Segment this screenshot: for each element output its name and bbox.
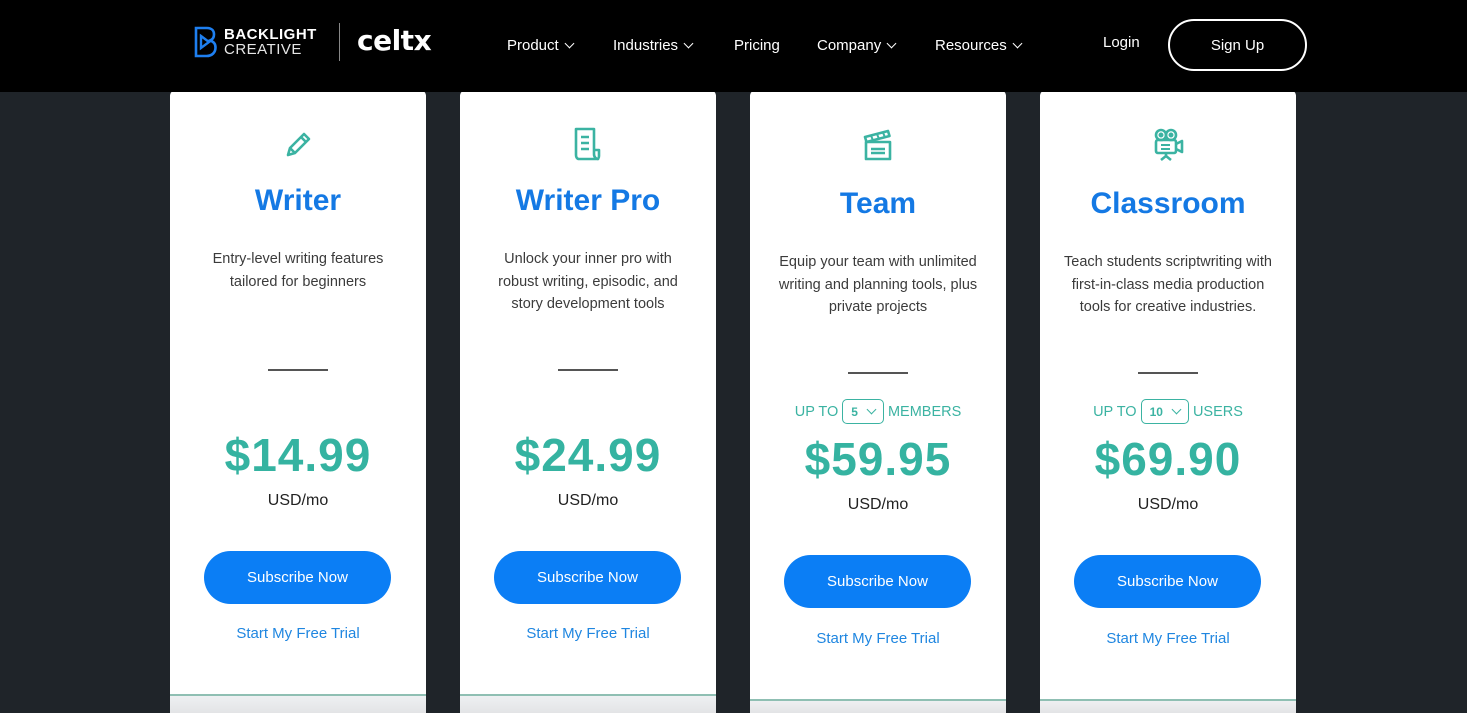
chevron-down-icon: [886, 38, 897, 48]
plan-card-writer-pro: Writer Pro Unlock your inner pro with ro…: [460, 90, 716, 713]
backlight-logo-icon: [194, 26, 217, 58]
nav-label: Industries: [613, 36, 679, 54]
plan-title: Team: [839, 187, 917, 220]
user-quantity: UP TO 10 USERS: [1040, 399, 1296, 424]
film-camera-icon: [1040, 126, 1296, 162]
nav-resources[interactable]: Resources: [935, 34, 1023, 56]
logo-divider: [339, 23, 340, 61]
chevron-down-icon: [1012, 38, 1023, 48]
plan-description: Entry-level writing features tailored fo…: [212, 251, 384, 290]
nav-product[interactable]: Product: [507, 34, 575, 56]
plan-price: $59.95: [804, 433, 952, 485]
script-document-icon: [460, 126, 716, 162]
qty-suffix: USERS: [1192, 403, 1243, 420]
nav-label: Product: [507, 36, 559, 54]
plan-description: Unlock your inner pro with robust writin…: [498, 251, 678, 312]
pencil-icon: [170, 128, 426, 164]
subscribe-button[interactable]: Subscribe Now: [204, 551, 391, 604]
user-count-value: 10: [1149, 404, 1163, 419]
plan-card-team: Team Equip your team with unlimited writ…: [750, 90, 1006, 713]
user-count-select[interactable]: 10: [1140, 399, 1189, 424]
site-header: BACKLIGHT CREATIVE celtx Product Industr…: [0, 0, 1467, 92]
plan-title: Writer: [254, 184, 342, 217]
divider: [1138, 372, 1198, 374]
backlight-logo[interactable]: BACKLIGHT CREATIVE: [193, 24, 317, 60]
free-trial-link[interactable]: Start My Free Trial: [170, 625, 426, 642]
logo-line-2: CREATIVE: [224, 41, 302, 58]
plan-period: USD/mo: [1137, 496, 1199, 513]
chevron-down-icon: [866, 404, 877, 415]
nav-industries[interactable]: Industries: [613, 34, 694, 56]
member-quantity: UP TO 5 MEMBERS: [750, 399, 1006, 424]
plan-card-writer: Writer Entry-level writing features tail…: [170, 90, 426, 713]
free-trial-link[interactable]: Start My Free Trial: [750, 630, 1006, 647]
chevron-down-icon: [683, 38, 694, 48]
plan-card-classroom: Classroom Teach students scriptwriting w…: [1040, 90, 1296, 713]
qty-prefix: UP TO: [1093, 403, 1137, 420]
member-count-select[interactable]: 5: [842, 399, 884, 424]
card-footer: [170, 696, 426, 713]
free-trial-link[interactable]: Start My Free Trial: [460, 625, 716, 642]
nav-pricing[interactable]: Pricing: [734, 34, 780, 56]
plan-description: Teach students scriptwriting with first-…: [1064, 254, 1272, 315]
plan-period: USD/mo: [557, 492, 619, 509]
plan-period: USD/mo: [847, 496, 909, 513]
qty-prefix: UP TO: [794, 403, 839, 420]
member-count-value: 5: [851, 404, 858, 419]
clapperboard-icon: [750, 128, 1006, 164]
plan-period: USD/mo: [267, 492, 329, 509]
subscribe-button[interactable]: Subscribe Now: [784, 555, 971, 608]
logo-line-1: BACKLIGHT: [224, 26, 317, 43]
subscribe-button[interactable]: Subscribe Now: [1074, 555, 1261, 608]
card-footer: [1040, 701, 1296, 713]
plan-description: Equip your team with unlimited writing a…: [778, 254, 978, 315]
plan-price: $24.99: [514, 429, 662, 481]
qty-suffix: MEMBERS: [887, 403, 962, 420]
celtx-logo[interactable]: celtx: [357, 24, 432, 57]
divider: [558, 369, 618, 371]
divider: [268, 369, 328, 371]
free-trial-link[interactable]: Start My Free Trial: [1040, 630, 1296, 647]
card-footer: [750, 701, 1006, 713]
card-footer: [460, 696, 716, 713]
subscribe-button[interactable]: Subscribe Now: [494, 551, 681, 604]
chevron-down-icon: [1171, 404, 1182, 415]
plan-price: $14.99: [224, 429, 372, 481]
nav-label: Resources: [935, 36, 1007, 54]
divider: [848, 372, 908, 374]
sign-up-button[interactable]: Sign Up: [1168, 19, 1307, 71]
plan-title: Classroom: [1090, 187, 1246, 220]
plan-title: Writer Pro: [515, 184, 661, 217]
nav-company[interactable]: Company: [817, 34, 897, 56]
nav-label: Pricing: [734, 36, 780, 54]
login-link[interactable]: Login: [1103, 34, 1140, 51]
nav-label: Company: [817, 36, 882, 54]
chevron-down-icon: [564, 38, 575, 48]
plan-price: $69.90: [1094, 433, 1242, 485]
